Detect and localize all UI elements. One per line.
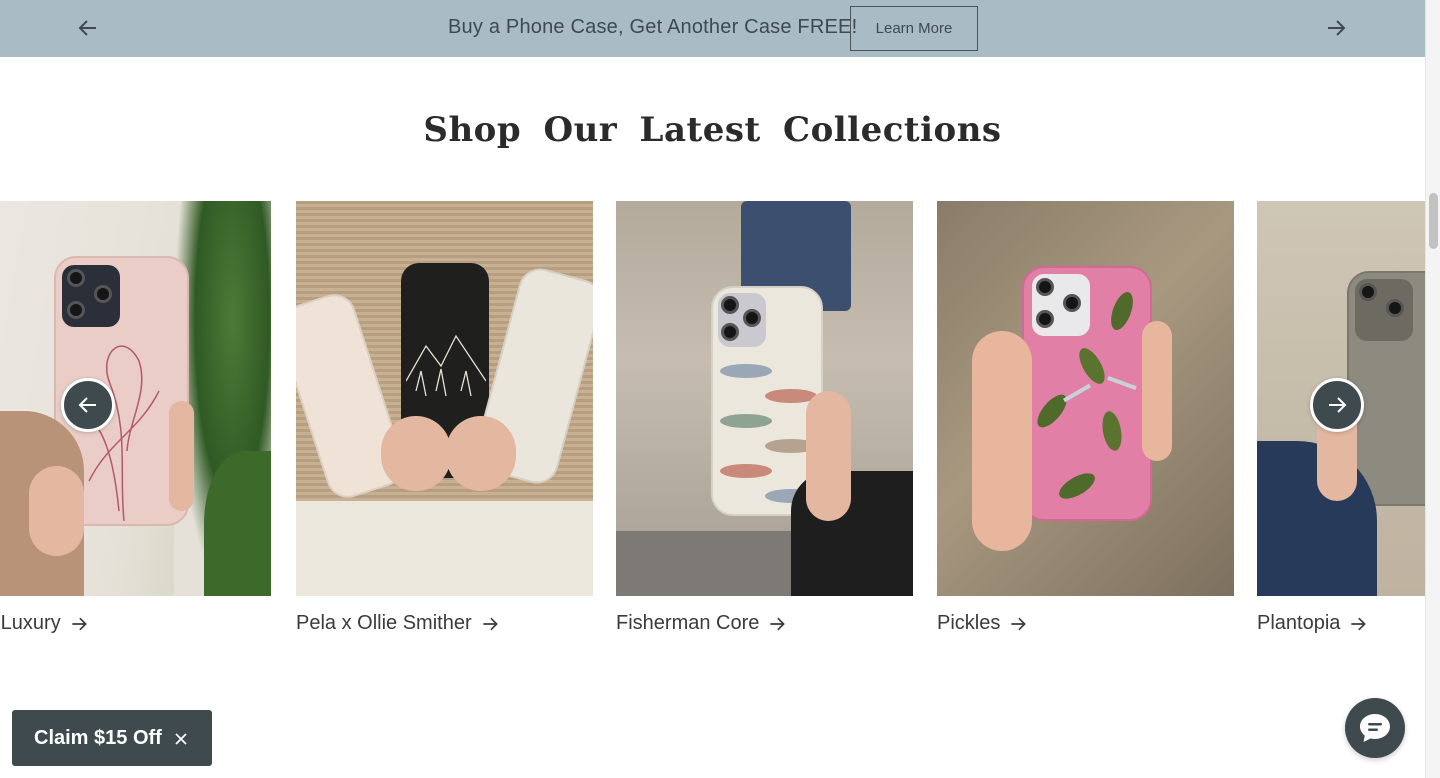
announcement-bar: Buy a Phone Case, Get Another Case FREE!… [0, 0, 1425, 57]
carousel-prev-button[interactable] [61, 378, 115, 432]
arrow-right-icon [482, 617, 498, 630]
section-heading: Shop Our Latest Collections [423, 110, 1002, 150]
collection-image[interactable] [616, 201, 913, 596]
collection-label: Pickles [937, 612, 1001, 634]
collection-image[interactable] [937, 201, 1234, 596]
collection-link[interactable]: Fisherman Core [616, 612, 787, 635]
arrow-left-icon [78, 20, 96, 36]
close-popup-button[interactable] [172, 730, 190, 748]
collection-image[interactable] [0, 201, 271, 596]
arrow-right-icon [1351, 617, 1367, 630]
collection-card[interactable]: Pickles [937, 201, 1234, 634]
collection-link[interactable]: iet Luxury [0, 612, 89, 635]
collection-link[interactable]: Pela x Ollie Smither [296, 612, 500, 635]
arrow-right-icon [1329, 397, 1347, 413]
claim-label: Claim $15 Off [34, 726, 162, 749]
collection-label: Pela x Ollie Smither [296, 612, 472, 634]
announcement-next-button[interactable] [1324, 16, 1348, 40]
learn-more-button[interactable]: Learn More [850, 6, 978, 51]
collection-card[interactable]: Fisherman Core [616, 201, 913, 634]
arrow-right-icon [1011, 617, 1027, 630]
collection-image[interactable] [296, 201, 593, 596]
collection-label: Fisherman Core [616, 612, 760, 634]
collection-card[interactable]: Pela x Ollie Smither [296, 201, 593, 634]
collection-label: Plantopia [1257, 612, 1341, 634]
collection-label: iet Luxury [0, 612, 61, 634]
collection-link[interactable]: Plantopia [1257, 612, 1368, 635]
claim-discount-button[interactable]: Claim $15 Off [12, 710, 212, 766]
arrow-right-icon [72, 617, 87, 630]
close-icon [175, 733, 187, 745]
collection-link[interactable]: Pickles [937, 612, 1028, 635]
announcement-message: Buy a Phone Case, Get Another Case FREE! [448, 16, 858, 38]
arrow-left-icon [78, 397, 96, 413]
chat-button[interactable] [1345, 698, 1405, 758]
carousel-next-button[interactable] [1310, 378, 1364, 432]
announcement-prev-button[interactable] [76, 16, 100, 40]
chat-bubble-icon [1360, 714, 1390, 742]
collection-card[interactable]: iet Luxury [0, 201, 271, 634]
arrow-right-icon [770, 617, 786, 630]
arrow-right-icon [1328, 20, 1346, 36]
